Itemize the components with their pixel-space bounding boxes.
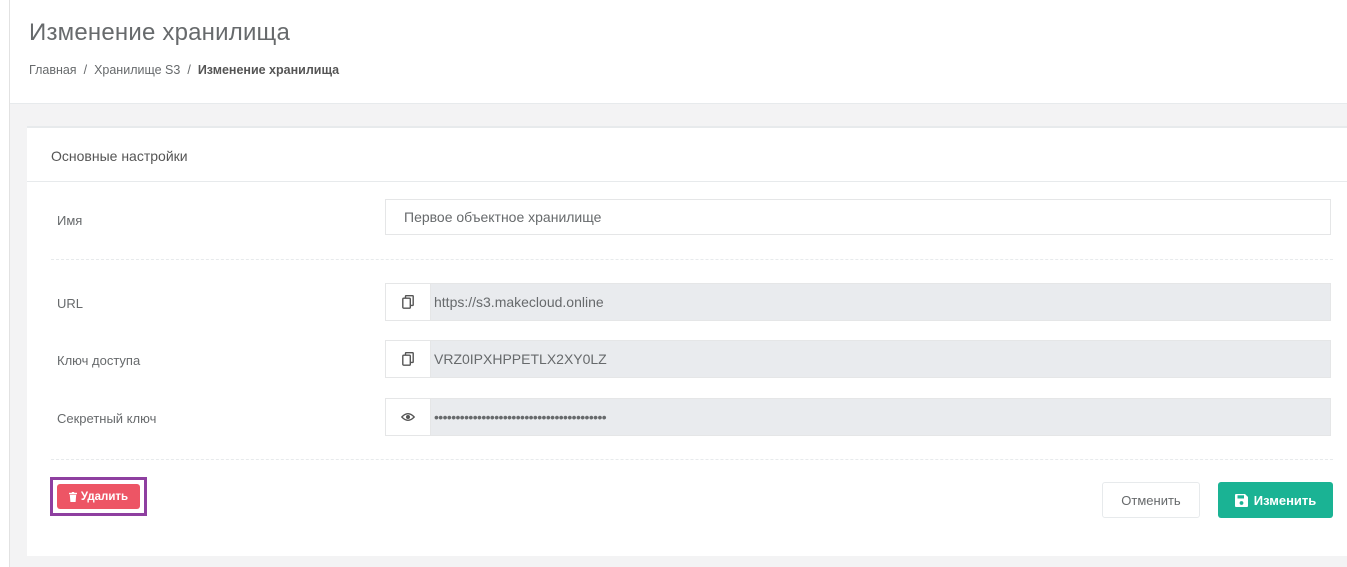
breadcrumb-current: Изменение хранилища bbox=[197, 63, 340, 77]
url-label: URL bbox=[57, 296, 84, 311]
copy-icon bbox=[402, 352, 414, 366]
access-key-value[interactable]: VRZ0IPXHPPETLX2XY0LZ bbox=[430, 340, 1331, 378]
save-button[interactable]: Изменить bbox=[1218, 482, 1333, 518]
delete-highlight: Удалить bbox=[50, 477, 147, 516]
page-title: Изменение хранилища bbox=[29, 19, 291, 46]
divider bbox=[51, 459, 1333, 460]
breadcrumb-separator: / bbox=[83, 63, 88, 77]
app-frame: Изменение хранилища Главная / Хранилище S3… bbox=[9, 0, 1347, 567]
secret-key-field: •••••••••••••••••••••••••••••••••••••••• bbox=[385, 398, 1331, 436]
save-button-label: Изменить bbox=[1253, 492, 1317, 508]
page-header: Изменение хранилища Главная / Хранилище S3… bbox=[10, 0, 1347, 104]
breadcrumb-home-link[interactable]: Главная bbox=[29, 63, 77, 77]
copy-url-button[interactable] bbox=[385, 283, 430, 321]
name-input[interactable]: Первое объектное хранилище bbox=[385, 199, 1331, 235]
panel-divider bbox=[27, 181, 1347, 182]
breadcrumb-separator: / bbox=[187, 63, 191, 77]
show-secret-button[interactable] bbox=[385, 398, 430, 436]
cancel-button[interactable]: Отменить bbox=[1102, 482, 1200, 518]
name-label: Имя bbox=[57, 213, 83, 228]
copy-icon bbox=[402, 295, 414, 309]
url-value[interactable]: https://s3.makecloud.online bbox=[430, 283, 1331, 321]
delete-button-label: Удалить bbox=[80, 490, 129, 503]
breadcrumb: Главная / Хранилище S3 / Изменение хранилища bbox=[29, 63, 339, 77]
delete-button[interactable]: Удалить bbox=[57, 484, 140, 509]
breadcrumb-section-link[interactable]: Хранилище S3 bbox=[94, 63, 180, 77]
eye-icon bbox=[401, 413, 415, 421]
floppy-disk-icon bbox=[1234, 493, 1248, 507]
divider bbox=[51, 259, 1333, 260]
access-key-field: VRZ0IPXHPPETLX2XY0LZ bbox=[385, 340, 1331, 378]
url-field: https://s3.makecloud.online bbox=[385, 283, 1331, 321]
panel-title: Основные настройки bbox=[51, 148, 188, 164]
copy-access-key-button[interactable] bbox=[385, 340, 430, 378]
secret-key-label: Секретный ключ bbox=[57, 411, 157, 426]
access-key-label: Ключ доступа bbox=[57, 353, 141, 368]
trash-icon bbox=[68, 491, 77, 502]
settings-panel: Основные настройки Имя Первое объектное … bbox=[27, 126, 1347, 556]
secret-key-value[interactable]: •••••••••••••••••••••••••••••••••••••••• bbox=[430, 398, 1331, 436]
